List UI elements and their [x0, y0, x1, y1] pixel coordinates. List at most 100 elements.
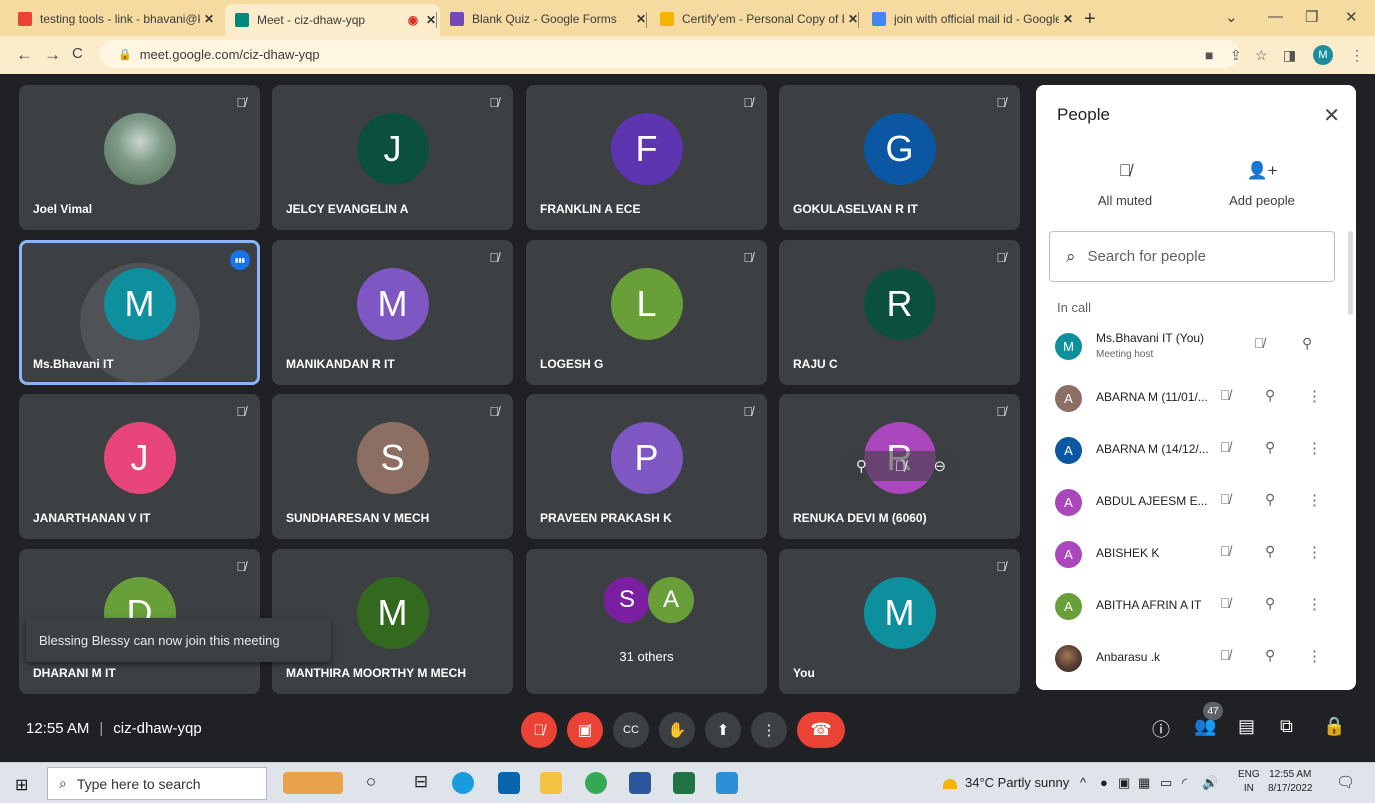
mic-off-icon[interactable]: 🎙̸ — [1254, 335, 1265, 351]
wifi-icon[interactable]: ◜ — [1182, 775, 1187, 791]
browser-tab[interactable]: Certify'em - Personal Copy of Bla ✕ — [650, 6, 862, 32]
profile-avatar[interactable]: M — [1313, 45, 1333, 65]
pin-icon[interactable]: ⚲ — [1265, 647, 1275, 664]
participant-tile[interactable]: F FRANKLIN A ECE 🎙̸ — [526, 85, 767, 230]
weather-widget[interactable]: 34°C Partly sunny — [943, 775, 1069, 790]
participant-tile[interactable]: M Ms.Bhavani IT ▮▮▮ — [19, 240, 260, 385]
camera-icon[interactable]: ■ — [1205, 47, 1213, 63]
sidepanel-icon[interactable]: ◨ — [1283, 47, 1296, 64]
info-icon[interactable]: ⓘ — [1152, 716, 1170, 742]
chevron-down-icon[interactable]: ⌄ — [1225, 8, 1238, 26]
browser-tab[interactable]: Blank Quiz - Google Forms ✕ — [440, 6, 650, 32]
task-view-icon[interactable]: ⊟ — [410, 772, 432, 794]
participant-row[interactable]: A ABARNA M (11/01/... 🎙̸ ⚲ ⋮ — [1036, 373, 1346, 423]
mic-off-icon[interactable]: 🎙̸ — [1220, 543, 1231, 559]
notification-center-icon[interactable]: 🗨 — [1336, 773, 1355, 791]
edge-icon[interactable] — [452, 772, 474, 794]
all-muted-button[interactable]: 🎙̸ All muted — [1065, 161, 1185, 208]
mic-off-icon[interactable]: 🎙̸ — [1220, 387, 1231, 403]
participant-tile[interactable]: L LOGESH G 🎙̸ — [526, 240, 767, 385]
participant-tile[interactable]: S A 31 others — [526, 549, 767, 694]
participant-row[interactable]: A ABITHA AFRIN A IT 🎙̸ ⚲ ⋮ — [1036, 581, 1346, 631]
menu-kebab-icon[interactable]: ⋮ — [1350, 47, 1364, 64]
taskbar-clock[interactable]: 12:55 AM 8/17/2022 — [1268, 768, 1313, 796]
address-bar[interactable]: 🔒 meet.google.com/ciz-dhaw-yqp — [100, 40, 1240, 68]
tray-network-app-icon[interactable]: ▦ — [1138, 775, 1150, 791]
mic-toggle-button[interactable]: 🎙̸ — [521, 712, 557, 748]
close-icon[interactable]: ✕ — [1323, 103, 1340, 128]
raise-hand-button[interactable]: ✋ — [659, 712, 695, 748]
pin-icon[interactable]: ⚲ — [856, 457, 867, 475]
chrome-icon[interactable] — [585, 772, 607, 794]
more-options-button[interactable]: ⋮ — [751, 712, 787, 748]
panel-scrollbar[interactable] — [1348, 231, 1353, 315]
news-widget-icon[interactable] — [283, 772, 343, 794]
captions-button[interactable]: CC — [613, 712, 649, 748]
reload-icon[interactable]: C — [72, 45, 83, 62]
participant-tile[interactable]: S SUNDHARESAN V MECH 🎙̸ — [272, 394, 513, 539]
tab-close-icon[interactable]: ✕ — [1059, 12, 1077, 26]
participant-row[interactable]: A ABISHEK K 🎙̸ ⚲ ⋮ — [1036, 529, 1346, 579]
chat-icon[interactable]: ▤ — [1238, 716, 1255, 737]
mute-icon[interactable]: 🎙̸ — [895, 458, 906, 475]
tab-close-icon[interactable]: ✕ — [632, 12, 650, 26]
more-vert-icon[interactable]: ⋮ — [1307, 595, 1322, 613]
tray-app-icon[interactable]: ▣ — [1118, 775, 1130, 791]
more-vert-icon[interactable]: ⋮ — [1307, 543, 1322, 561]
back-icon[interactable]: ← — [16, 45, 33, 65]
mail-icon[interactable] — [498, 772, 520, 794]
tab-close-icon[interactable]: ✕ — [200, 12, 218, 26]
tab-close-icon[interactable]: ✕ — [844, 12, 862, 26]
more-vert-icon[interactable]: ⋮ — [1307, 491, 1322, 509]
mic-off-icon[interactable]: 🎙̸ — [1220, 439, 1231, 455]
maximize-icon[interactable]: ❐ — [1305, 8, 1318, 26]
leave-call-button[interactable]: ☎ — [797, 712, 845, 748]
camera-toggle-button[interactable]: ▣̸ — [567, 712, 603, 748]
excel-icon[interactable] — [673, 772, 695, 794]
participant-tile[interactable]: M You 🎙̸ — [779, 549, 1020, 694]
more-vert-icon[interactable]: ⋮ — [1307, 387, 1322, 405]
tray-mic-icon[interactable]: ● — [1100, 775, 1108, 790]
participant-tile[interactable]: G GOKULASELVAN R IT 🎙̸ — [779, 85, 1020, 230]
activities-icon[interactable]: ⧉ — [1280, 716, 1293, 737]
tab-close-icon[interactable]: ✕ — [422, 13, 440, 27]
windows-start-icon[interactable]: ⊞ — [15, 775, 28, 795]
participant-row[interactable]: A ABARNA M (14/12/... 🎙̸ ⚲ ⋮ — [1036, 425, 1346, 475]
browser-tab[interactable]: testing tools - link - bhavani@ki ✕ — [8, 6, 218, 32]
cortana-icon[interactable]: ○ — [360, 772, 382, 794]
volume-icon[interactable]: 🔊 — [1202, 775, 1218, 791]
participant-tile[interactable]: M MANIKANDAN R IT 🎙̸ — [272, 240, 513, 385]
taskbar-search[interactable]: ⌕ Type here to search — [47, 767, 267, 800]
participant-tile[interactable]: J JELCY EVANGELIN A 🎙̸ — [272, 85, 513, 230]
participant-tile[interactable]: J JANARTHANAN V IT 🎙̸ — [19, 394, 260, 539]
participant-tile[interactable]: Joel Vimal 🎙̸ — [19, 85, 260, 230]
tray-chevron-icon[interactable]: ^ — [1080, 775, 1086, 790]
pin-icon[interactable]: ⚲ — [1302, 335, 1312, 352]
new-tab-icon[interactable]: + — [1084, 8, 1096, 31]
close-window-icon[interactable]: ✕ — [1345, 8, 1358, 26]
photos-icon[interactable] — [716, 772, 738, 794]
pin-icon[interactable]: ⚲ — [1265, 387, 1275, 404]
pin-icon[interactable]: ⚲ — [1265, 595, 1275, 612]
browser-tab[interactable]: Meet - ciz-dhaw-yqp ◉ ✕ — [225, 4, 440, 36]
share-icon[interactable]: ⇪ — [1230, 47, 1242, 64]
forward-icon[interactable]: → — [44, 45, 61, 65]
pin-icon[interactable]: ⚲ — [1265, 439, 1275, 456]
browser-tab[interactable]: join with official mail id - Google ✕ — [862, 6, 1077, 32]
mic-off-icon[interactable]: 🎙̸ — [1220, 647, 1231, 663]
participant-tile[interactable]: P PRAVEEN PRAKASH K 🎙̸ — [526, 394, 767, 539]
word-icon[interactable] — [629, 772, 651, 794]
mic-off-icon[interactable]: 🎙̸ — [1220, 595, 1231, 611]
language-indicator[interactable]: ENG IN — [1238, 768, 1260, 796]
bookmark-star-icon[interactable]: ☆ — [1255, 47, 1268, 64]
mic-off-icon[interactable]: 🎙̸ — [1220, 491, 1231, 507]
host-controls-icon[interactable]: 🔒 — [1323, 716, 1345, 737]
participant-row[interactable]: Anbarasu .k 🎙̸ ⚲ ⋮ — [1036, 633, 1346, 683]
participant-row[interactable]: M Ms.Bhavani IT (You) Meeting host 🎙̸ ⚲ — [1036, 321, 1346, 371]
minimize-icon[interactable]: — — [1268, 8, 1283, 25]
add-people-button[interactable]: 👤+ Add people — [1202, 161, 1322, 208]
battery-icon[interactable]: ▭ — [1160, 775, 1172, 791]
participant-tile[interactable]: RRENUKA DEVI M (6060)⚲🎙̸⊖🎙̸ — [779, 394, 1020, 539]
present-button[interactable]: ⬆ — [705, 712, 741, 748]
more-vert-icon[interactable]: ⋮ — [1307, 647, 1322, 665]
